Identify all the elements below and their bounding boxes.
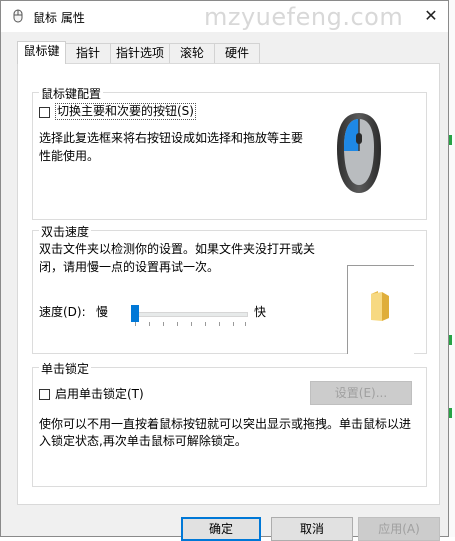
double-click-test-area[interactable] xyxy=(347,265,414,354)
background-marker xyxy=(449,408,452,418)
click-lock-description-2: 入锁定状态,再次单击鼠标可解除锁定。 xyxy=(39,434,247,448)
click-lock-settings-button[interactable]: 设置(E)... xyxy=(310,381,412,405)
folder-icon[interactable] xyxy=(368,290,392,322)
close-icon: ✕ xyxy=(424,6,438,25)
slider-tick xyxy=(177,322,178,326)
slider-tick xyxy=(135,322,136,326)
double-click-group-label: 双击速度 xyxy=(39,223,92,240)
slider-tick xyxy=(233,322,234,326)
button-config-group-label: 鼠标键配置 xyxy=(39,85,104,102)
swap-buttons-checkbox[interactable] xyxy=(39,107,50,118)
click-lock-label[interactable]: 启用单击锁定(T) xyxy=(55,385,144,403)
cancel-button[interactable]: 取消 xyxy=(271,517,353,541)
mouse-properties-dialog: 鼠标 属性 mzyuefeng.com ✕ 鼠标键 指针 指针选项 滚轮 硬件 … xyxy=(0,0,449,541)
slider-tick xyxy=(191,322,192,326)
close-button[interactable]: ✕ xyxy=(415,4,447,29)
click-lock-description-1: 使你可以不用一直按着鼠标按钮就可以突出显示或拖拽。单击鼠标以进 xyxy=(39,417,412,431)
mouse-illustration-icon xyxy=(337,113,381,193)
speed-slider-track[interactable] xyxy=(134,312,248,317)
slider-tick xyxy=(163,322,164,326)
tab-wheel[interactable]: 滚轮 xyxy=(169,43,215,63)
swap-buttons-label[interactable]: 切换主要和次要的按钮(S) xyxy=(55,103,196,120)
tab-hardware[interactable]: 硬件 xyxy=(214,43,260,63)
background-window-edge xyxy=(449,0,455,537)
ok-button[interactable]: 确定 xyxy=(181,517,261,541)
background-marker xyxy=(449,335,452,345)
fast-label: 快 xyxy=(254,305,267,319)
slow-label: 慢 xyxy=(96,305,109,319)
background-marker xyxy=(449,135,452,145)
slider-tick xyxy=(149,322,150,326)
double-click-description-1: 双击文件夹以检测你的设置。如果文件夹没打开或关 xyxy=(39,242,316,256)
slider-tick xyxy=(245,322,246,326)
click-lock-checkbox[interactable] xyxy=(39,389,50,400)
double-click-description-2: 闭，请用慢一点的设置再试一次。 xyxy=(39,260,220,274)
slider-tick xyxy=(205,322,206,326)
slider-tick xyxy=(219,322,220,326)
speed-slider-thumb[interactable] xyxy=(131,305,139,322)
title-bar: 鼠标 属性 mzyuefeng.com ✕ xyxy=(1,1,448,32)
watermark: mzyuefeng.com xyxy=(204,3,404,31)
click-lock-group-label: 单击锁定 xyxy=(39,360,92,377)
button-config-description-1: 选择此复选框来将右按钮设成如选择和拖放等主要 xyxy=(39,131,304,145)
speed-label: 速度(D): xyxy=(39,305,86,319)
button-config-description-2: 性能使用。 xyxy=(39,149,100,163)
tab-pointers[interactable]: 指针 xyxy=(65,43,111,63)
mouse-icon xyxy=(13,9,23,23)
tab-buttons[interactable]: 鼠标键 xyxy=(17,41,66,64)
tab-pointer-options[interactable]: 指针选项 xyxy=(110,43,170,63)
apply-button[interactable]: 应用(A) xyxy=(358,517,440,541)
window-title: 鼠标 属性 xyxy=(33,11,85,25)
